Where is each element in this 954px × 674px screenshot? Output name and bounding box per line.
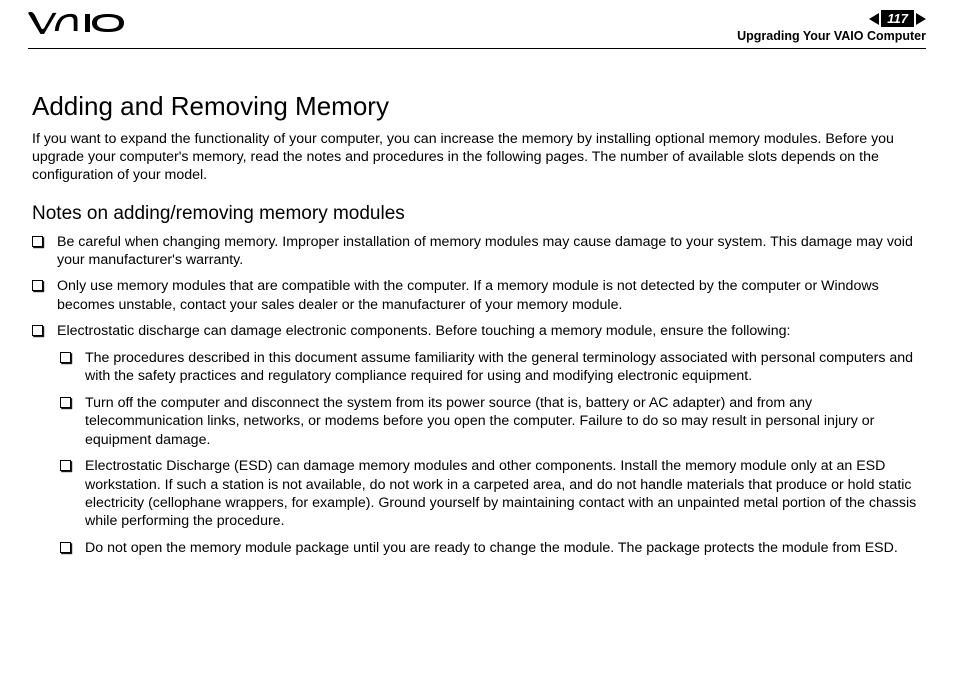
list-item: Electrostatic Discharge (ESD) can damage… [60, 457, 922, 531]
page-header: 117 Upgrading Your VAIO Computer [28, 10, 926, 46]
page-title: Adding and Removing Memory [32, 91, 922, 122]
list-item: The procedures described in this documen… [60, 349, 922, 386]
next-page-arrow-icon[interactable] [916, 13, 926, 25]
list-item: Do not open the memory module package un… [60, 539, 922, 557]
square-bullet-icon [32, 280, 43, 291]
prev-page-arrow-icon[interactable] [869, 13, 879, 25]
square-bullet-icon [60, 352, 71, 363]
page: 117 Upgrading Your VAIO Computer Adding … [0, 0, 954, 674]
square-bullet-icon [60, 460, 71, 471]
list-item-text: The procedures described in this documen… [85, 349, 922, 386]
list-item-text: Electrostatic Discharge (ESD) can damage… [85, 457, 922, 531]
square-bullet-icon [32, 236, 43, 247]
page-number: 117 [881, 10, 914, 27]
square-bullet-icon [60, 397, 71, 408]
subheading: Notes on adding/removing memory modules [32, 203, 922, 225]
list-item-text: Only use memory modules that are compati… [57, 277, 922, 314]
list-item: Only use memory modules that are compati… [32, 277, 922, 314]
notes-list: Be careful when changing memory. Imprope… [32, 233, 922, 341]
intro-paragraph: If you want to expand the functionality … [32, 130, 922, 185]
notes-sublist: The procedures described in this documen… [60, 349, 922, 558]
list-item-text: Be careful when changing memory. Imprope… [57, 233, 922, 270]
header-rule [28, 48, 926, 49]
content: Adding and Removing Memory If you want t… [28, 91, 926, 557]
page-nav-row: 117 [869, 10, 926, 27]
square-bullet-icon [60, 542, 71, 553]
square-bullet-icon [32, 325, 43, 336]
list-item: Electrostatic discharge can damage elect… [32, 322, 922, 340]
list-item: Turn off the computer and disconnect the… [60, 394, 922, 449]
list-item-text: Do not open the memory module package un… [85, 539, 922, 557]
list-item-text: Electrostatic discharge can damage elect… [57, 322, 922, 340]
list-item: Be careful when changing memory. Imprope… [32, 233, 922, 270]
list-item-text: Turn off the computer and disconnect the… [85, 394, 922, 449]
page-nav: 117 Upgrading Your VAIO Computer [737, 10, 926, 43]
vaio-logo-icon [28, 10, 128, 34]
section-name: Upgrading Your VAIO Computer [737, 29, 926, 43]
